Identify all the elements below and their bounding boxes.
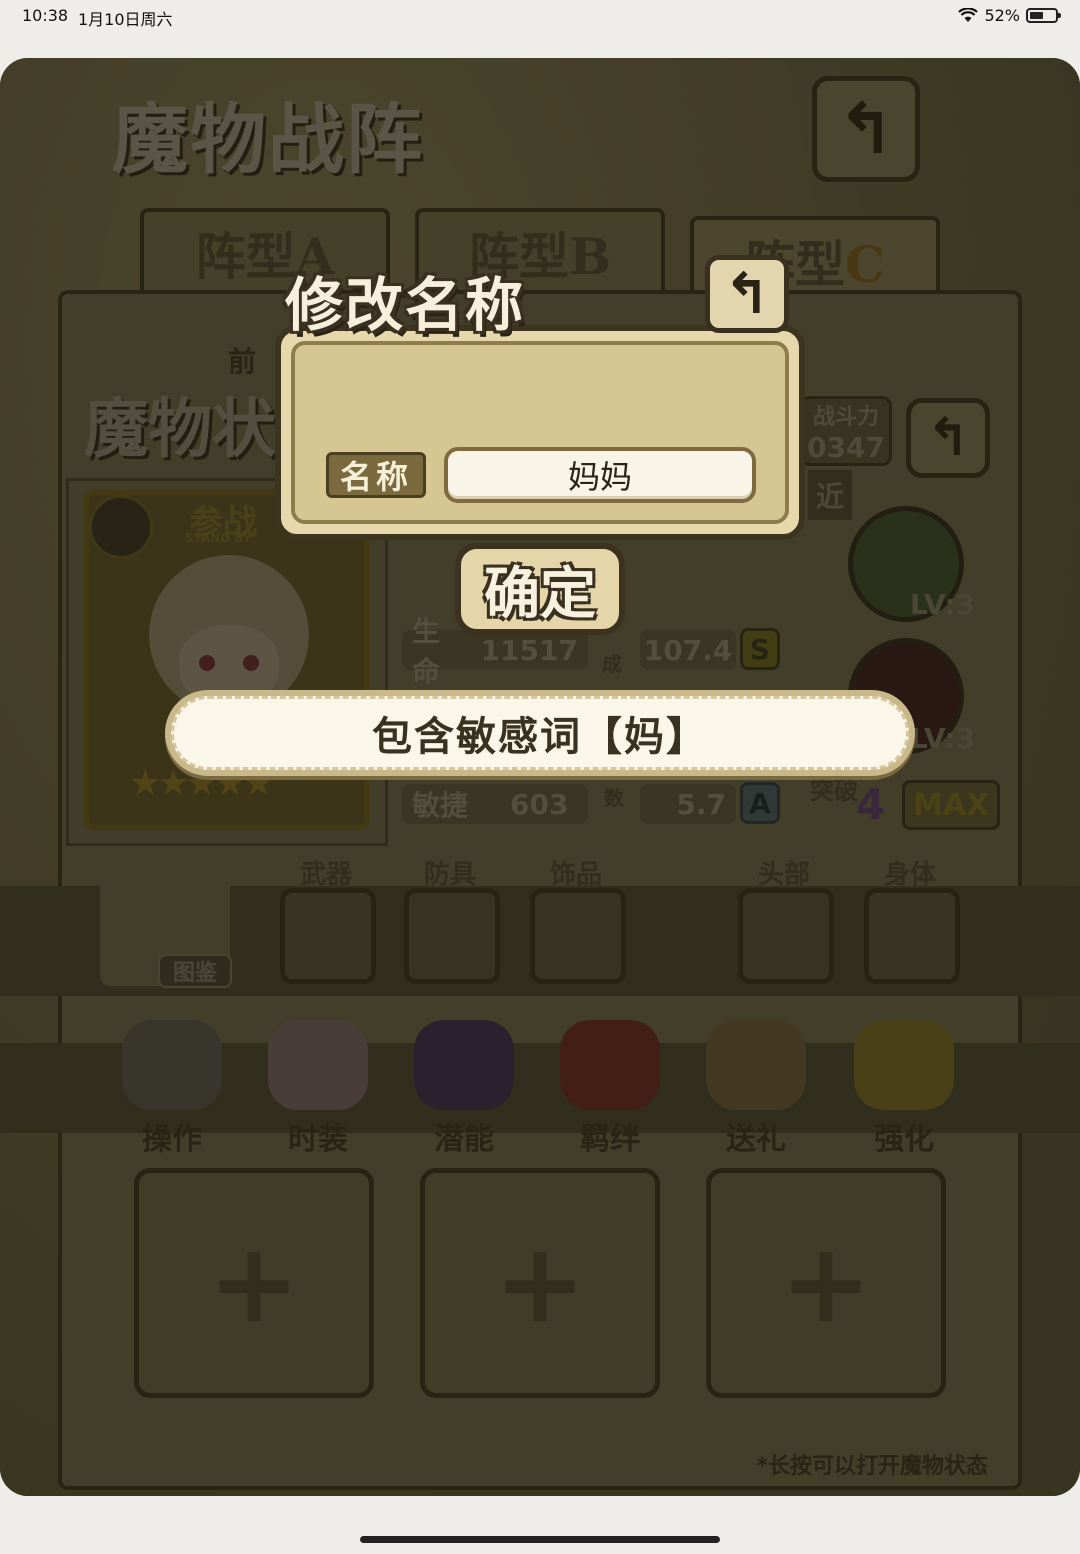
dialog-close-button[interactable]: ↰: [705, 255, 789, 333]
back-arrow-icon: ↰: [723, 261, 771, 327]
name-label: 名称: [326, 452, 426, 498]
game-screen: 魔物战阵 ↰ 阵型A 阵型B 阵型C 魔物状 前 战斗力 0347 ↰ 近 参战…: [0, 58, 1080, 1496]
status-date: 1月10日周六: [78, 10, 173, 29]
toast-text: 包含敏感词【妈】: [171, 696, 909, 770]
battery-icon: [1026, 8, 1061, 23]
status-bar: 10:38 1月10日周六 52%: [0, 0, 1080, 34]
name-input[interactable]: 妈妈: [444, 447, 756, 503]
confirm-button[interactable]: 确定: [455, 543, 625, 635]
status-time: 10:38: [22, 6, 69, 25]
wifi-icon: [958, 8, 979, 22]
battery-percent: 52%: [984, 6, 1020, 25]
dialog-title: 修改名称: [285, 271, 526, 339]
modal-overlay: [0, 58, 1080, 1496]
home-indicator[interactable]: [360, 1536, 720, 1543]
rename-dialog: [275, 325, 805, 540]
status-right: 52%: [958, 6, 1061, 25]
toast-message: 包含敏感词【妈】: [165, 690, 915, 776]
